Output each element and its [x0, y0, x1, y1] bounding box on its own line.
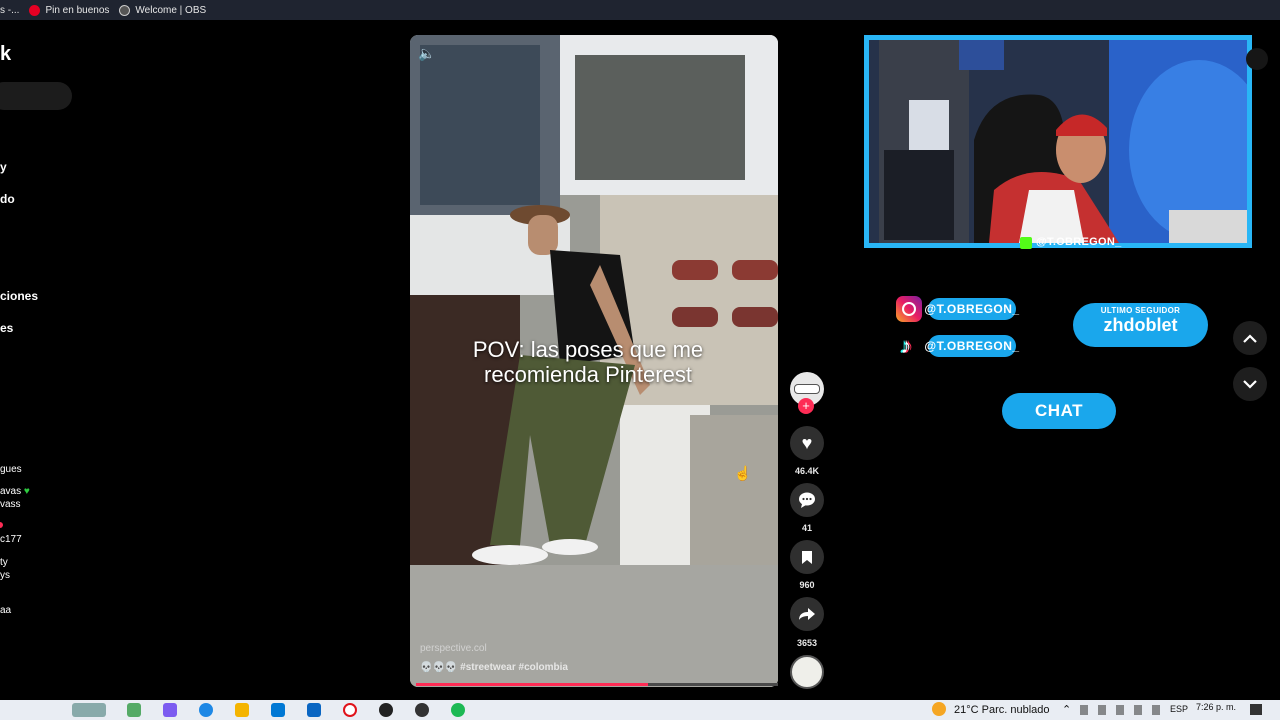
video-progress-fill	[416, 683, 648, 686]
edge-icon[interactable]	[199, 703, 213, 717]
video-caption-line1: POV: las poses que me	[472, 337, 704, 362]
bookmark-pinterest[interactable]: Pin en buenos	[29, 4, 109, 16]
close-button[interactable]	[1246, 48, 1268, 70]
comment-button[interactable]	[790, 483, 824, 517]
opera-icon[interactable]	[343, 703, 357, 717]
taskbar: 21°C Parc. nublado ⌃ ESP 7:26 p. m.	[0, 700, 1280, 720]
outlook-icon[interactable]	[307, 703, 321, 717]
task-view-icon[interactable]	[127, 703, 141, 717]
last-follower-title: ULTIMO SEGUIDOR	[1100, 306, 1181, 315]
spotify-icon[interactable]	[451, 703, 465, 717]
save-button[interactable]	[790, 540, 824, 574]
app-icon[interactable]	[415, 703, 429, 717]
weather-widget-icon[interactable]	[72, 703, 106, 717]
video-player[interactable]: 🔈 POV: las poses que me recomienda Pinte…	[410, 35, 778, 687]
chat-label: CHAT	[1002, 393, 1116, 429]
sidebar-item-notifications[interactable]: ciones	[0, 289, 38, 303]
obs-icon	[119, 4, 131, 16]
following-account-sub: ys	[0, 570, 10, 581]
webcam-scene	[869, 40, 1247, 243]
pinterest-icon	[29, 4, 41, 16]
video-progress-bar[interactable]	[416, 683, 778, 686]
hand-cursor-icon: ☝	[734, 465, 752, 481]
kick-logo-icon	[1020, 237, 1032, 249]
instagram-handle: @T.OBREGON_	[924, 298, 1019, 320]
volume-icon[interactable]: 🔈	[418, 45, 435, 62]
last-follower-badge: ULTIMO SEGUIDOR zhdoblet	[1073, 303, 1208, 347]
avatar-image	[794, 384, 820, 394]
tiktok-logo[interactable]: k	[0, 43, 11, 66]
share-count: 3653	[796, 638, 818, 648]
video-caption-line2: recomienda Pinterest	[484, 362, 692, 387]
sidebar-item[interactable]: es	[0, 321, 13, 335]
tiktok-icon: ♪	[900, 333, 912, 358]
copilot-icon[interactable]	[163, 703, 177, 717]
like-count: 46.4K	[794, 466, 820, 476]
clock[interactable]: 7:26 p. m.	[1196, 702, 1236, 712]
bookmark-icon	[802, 550, 812, 564]
instagram-icon	[896, 296, 922, 322]
bookmark-obs[interactable]: Welcome | OBS	[119, 4, 206, 16]
heart-icon: ♥	[801, 432, 813, 453]
following-account[interactable]: avas ♥	[0, 485, 30, 498]
comment-count: 41	[801, 523, 812, 533]
search-input[interactable]	[0, 82, 72, 110]
bookmarks-bar: s -... Pin en buenos Welcome | OBS	[0, 0, 1280, 20]
green-heart-icon: ♥	[23, 486, 30, 497]
comment-icon	[799, 492, 815, 508]
share-button[interactable]	[790, 597, 824, 631]
following-account[interactable]: aa	[0, 604, 11, 617]
live-dot-icon	[0, 522, 3, 528]
notifications-icon[interactable]	[1250, 704, 1262, 715]
save-count: 960	[799, 580, 815, 590]
previous-video-button[interactable]	[1233, 321, 1267, 355]
weather-icon	[932, 702, 946, 716]
webcam-video	[869, 40, 1247, 243]
share-arrow-icon	[799, 608, 815, 620]
cam-handle: @T.OBREGON_	[1036, 236, 1122, 248]
chevron-down-icon	[1243, 379, 1257, 389]
chevron-up-tray-icon[interactable]: ⌃	[1062, 703, 1071, 716]
store-icon[interactable]	[271, 703, 285, 717]
last-follower-name: zhdoblet	[1103, 315, 1178, 335]
next-video-button[interactable]	[1233, 367, 1267, 401]
chevron-up-icon	[1243, 333, 1257, 343]
tiktok-handle: @T.OBREGON_	[924, 335, 1019, 357]
webcam-frame: @T.OBREGON_	[864, 35, 1252, 249]
video-author[interactable]: perspective.col	[420, 643, 487, 654]
following-account[interactable]: c177	[0, 533, 22, 546]
following-account-sub: vass	[0, 499, 21, 510]
obs-taskbar-icon[interactable]	[379, 703, 393, 717]
system-tray-icons[interactable]	[1080, 705, 1170, 715]
video-hashtags[interactable]: 💀💀💀 #streetwear #colombia	[420, 662, 568, 673]
like-button[interactable]: ♥	[790, 426, 824, 460]
follow-plus-icon[interactable]: +	[798, 398, 814, 414]
file-explorer-icon[interactable]	[235, 703, 249, 717]
following-account[interactable]: ty	[0, 556, 8, 569]
sidebar-item[interactable]: do	[0, 192, 15, 206]
bookmark-item[interactable]: s -...	[0, 5, 19, 16]
following-account[interactable]: gues	[0, 463, 22, 476]
weather-text[interactable]: 21°C Parc. nublado	[954, 704, 1050, 716]
music-disc-icon[interactable]	[790, 655, 824, 689]
sidebar-item[interactable]: y	[0, 160, 7, 174]
language-indicator[interactable]: ESP	[1170, 704, 1188, 714]
